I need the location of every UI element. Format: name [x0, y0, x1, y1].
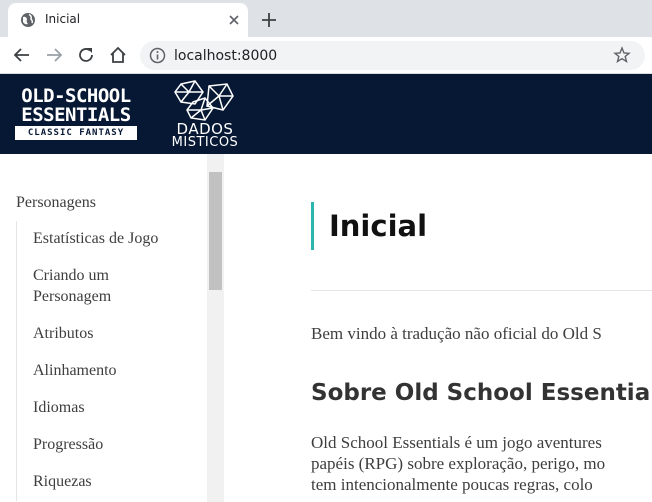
- logo-subtitle: CLASSIC FANTASY: [15, 126, 137, 140]
- browser-toolbar: localhost:8000: [0, 37, 652, 74]
- sidebar-item-estatisticas[interactable]: Estatísticas de Jogo: [17, 221, 207, 256]
- bookmark-star-icon[interactable]: [613, 46, 631, 64]
- main-content: Inicial Bem vindo à tradução não oficial…: [224, 154, 652, 502]
- site-header: OLD-SCHOOL ESSENTIALS CLASSIC FANTASY DA…: [0, 74, 652, 154]
- browser-tab[interactable]: Inicial: [8, 3, 248, 37]
- sidebar-scrollbar[interactable]: [207, 154, 224, 502]
- sidebar-item-alinhamento[interactable]: Alinhamento: [17, 353, 207, 388]
- sidebar-item-progressao[interactable]: Progressão: [17, 427, 207, 462]
- intro-paragraph: Bem vindo à tradução não oficial do Old …: [311, 324, 602, 343]
- close-icon[interactable]: [227, 13, 241, 27]
- home-icon[interactable]: [108, 45, 128, 65]
- ose-logo[interactable]: OLD-SCHOOL ESSENTIALS CLASSIC FANTASY: [15, 86, 137, 144]
- paragraph-line: papéis (RPG) sobre exploração, perigo, m…: [311, 454, 606, 473]
- new-tab-icon[interactable]: [260, 11, 278, 29]
- logo-text: MISTICOS: [171, 135, 239, 150]
- body-paragraph: Old School Essentials é um jogo aventure…: [311, 432, 605, 495]
- logo-text: ESSENTIALS: [21, 104, 131, 126]
- forward-icon[interactable]: [44, 45, 64, 65]
- address-bar[interactable]: localhost:8000: [140, 41, 645, 70]
- divider: [311, 290, 652, 291]
- sidebar-item-atributos[interactable]: Atributos: [17, 316, 207, 351]
- logo-text: DADOS: [176, 120, 234, 138]
- info-icon[interactable]: [149, 47, 166, 64]
- scrollbar-thumb[interactable]: [209, 172, 222, 290]
- page-title: Inicial: [329, 209, 428, 243]
- dice-icon: [174, 80, 234, 121]
- section-heading: Sobre Old School Essentials: [311, 380, 652, 406]
- url-text: localhost:8000: [174, 48, 278, 64]
- browser-tabstrip: Inicial: [0, 0, 652, 37]
- globe-icon: [21, 13, 35, 27]
- page-title-block: Inicial: [311, 202, 427, 250]
- sidebar-list: Estatísticas de Jogo Criando um Personag…: [16, 221, 207, 501]
- sidebar-item-riquezas[interactable]: Riquezas: [17, 464, 207, 499]
- logo-text: OLD-SCHOOL: [21, 85, 131, 107]
- back-icon[interactable]: [12, 45, 32, 65]
- sidebar-item-idiomas[interactable]: Idiomas: [17, 390, 207, 425]
- paragraph-line: Old School Essentials é um jogo aventure…: [311, 433, 602, 452]
- dados-misticos-logo[interactable]: DADOS MISTICOS: [165, 80, 245, 150]
- sidebar-item-criando-personagem[interactable]: Criando um Personagem: [17, 258, 127, 314]
- paragraph-line: tem intencionalmente poucas regras, colo: [311, 475, 593, 494]
- reload-icon[interactable]: [76, 45, 96, 65]
- tab-title: Inicial: [45, 12, 81, 26]
- sidebar-section-title[interactable]: Personagens: [16, 194, 96, 212]
- sidebar-nav: Personagens Estatísticas de Jogo Criando…: [0, 154, 224, 502]
